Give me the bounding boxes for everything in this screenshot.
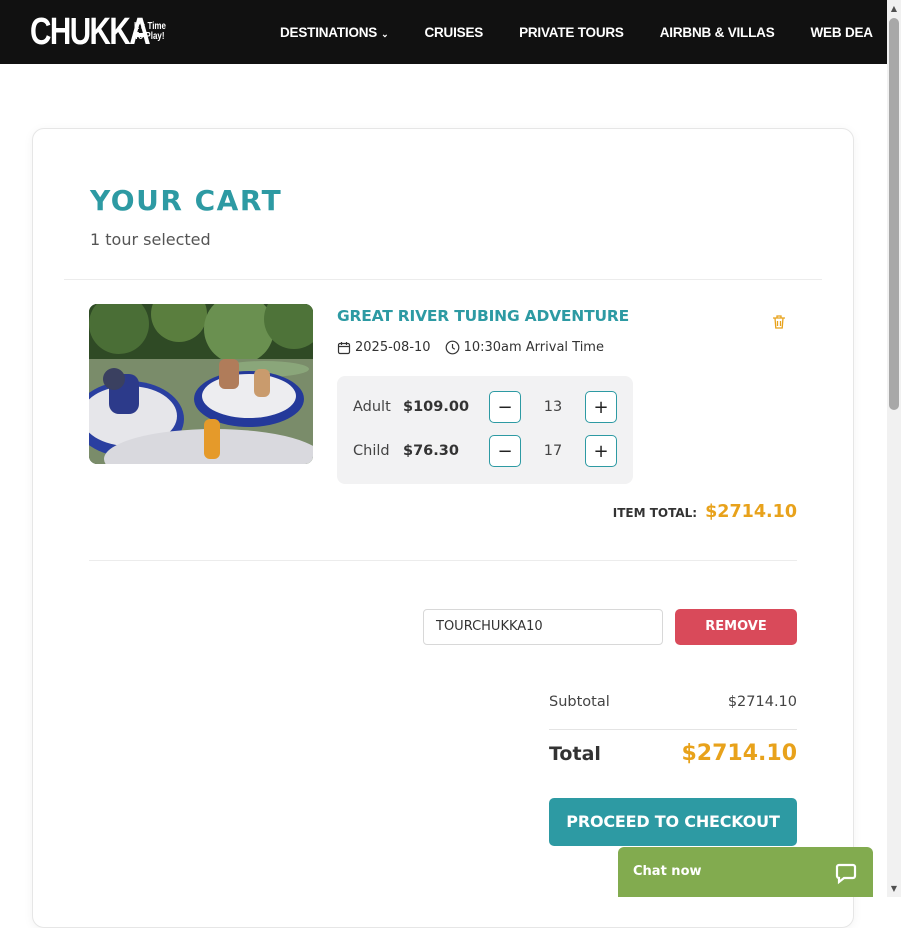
subtotal-value: $2714.10 [727,694,797,710]
total-label: Total [549,743,601,765]
ticket-label: Adult [353,399,391,415]
scroll-down-arrow-icon[interactable]: ▼ [887,884,901,893]
chevron-down-icon: ⌄ [381,28,389,39]
top-navbar: CHUKKA It's Time To Play! DESTINATIONS ⌄ … [0,0,887,64]
item-divider [89,560,797,561]
nav-item-destinations[interactable]: DESTINATIONS ⌄ [280,25,389,40]
adult-quantity: 13 [543,399,563,415]
decrease-adult-button[interactable]: − [489,391,521,423]
promo-code-input[interactable]: TOURCHUKKA10 [423,609,663,645]
ticket-label: Child [353,443,390,459]
nav-menu: DESTINATIONS ⌄ CRUISES PRIVATE TOURS AIRB… [280,0,887,64]
proceed-to-checkout-button[interactable]: PROCEED TO CHECKOUT [549,798,797,846]
child-quantity: 17 [543,443,563,459]
logo-wordmark: CHUKKA [30,11,151,53]
chat-widget[interactable]: Chat now [618,847,873,897]
logo-tagline: It's Time To Play! [134,21,166,42]
tour-name[interactable]: GREAT RIVER TUBING ADVENTURE [337,307,629,325]
nav-item-cruises[interactable]: CRUISES [424,25,483,40]
clock-icon [445,340,459,355]
tour-time: 10:30am Arrival Time [463,340,604,355]
calendar-icon [337,341,351,354]
nav-item-airbnb-villas[interactable]: AIRBNB & VILLAS [660,25,775,40]
total-value: $2714.10 [681,741,797,766]
chat-bubble-icon [835,863,857,885]
item-total-label: ITEM TOTAL: [612,506,698,520]
ticket-price: $76.30 [403,443,459,459]
ticket-price: $109.00 [403,399,470,415]
decrease-child-button[interactable]: − [489,435,521,467]
item-total: ITEM TOTAL: $2714.10 [613,502,797,522]
cart-title: YOUR CART [90,184,283,217]
increase-adult-button[interactable]: + [585,391,617,423]
subtotal-label: Subtotal [549,694,610,710]
increase-child-button[interactable]: + [585,435,617,467]
total-row: Total $2714.10 [549,741,797,766]
tour-date: 2025-08-10 [355,340,431,355]
page-scrollbar[interactable]: ▲ ▼ [887,0,901,897]
summary-divider [549,729,797,730]
scroll-thumb[interactable] [889,18,899,410]
trash-icon[interactable] [770,313,788,331]
cart-item-count: 1 tour selected [90,230,211,249]
nav-item-web-deals[interactable]: WEB DEA [811,25,874,40]
scroll-up-arrow-icon[interactable]: ▲ [887,4,901,13]
ticket-row-adult: Adult $109.00 − 13 + [353,391,623,423]
nav-item-private-tours[interactable]: PRIVATE TOURS [519,25,624,40]
ticket-quantity-panel: Adult $109.00 − 13 + Child $76.30 − 17 + [337,376,633,484]
chukka-logo[interactable]: CHUKKA It's Time To Play! [30,12,174,52]
ticket-row-child: Child $76.30 − 17 + [353,435,623,467]
remove-promo-button[interactable]: REMOVE [675,609,797,645]
tour-meta: 2025-08-10 10:30am Arrival Time [337,340,604,355]
header-divider [64,279,822,280]
chat-label: Chat now [633,864,702,879]
tour-image [89,304,313,464]
item-total-value: $2714.10 [705,502,797,522]
subtotal-row: Subtotal $2714.10 [549,694,797,710]
